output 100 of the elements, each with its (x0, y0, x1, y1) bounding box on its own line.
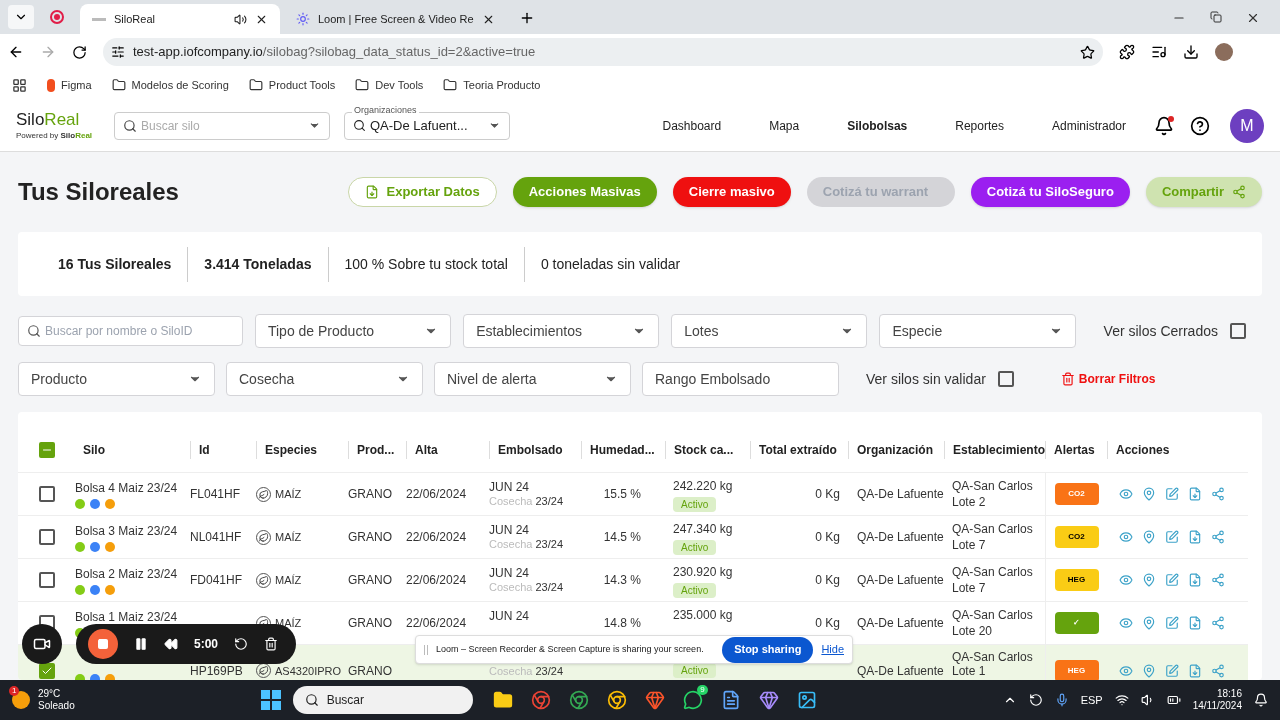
select-all-checkbox[interactable] (38, 442, 55, 458)
battery-icon[interactable] (1166, 693, 1181, 707)
row-checkbox[interactable] (38, 529, 55, 545)
user-avatar[interactable]: M (1230, 108, 1264, 143)
bookmark-item[interactable]: Figma (47, 76, 92, 94)
edit-icon[interactable] (1165, 530, 1179, 544)
view-icon[interactable] (1119, 616, 1133, 630)
column-header[interactable]: Establecimiento (944, 441, 1045, 459)
view-icon[interactable] (1119, 663, 1133, 678)
view-icon[interactable] (1119, 530, 1133, 544)
apps-icon[interactable] (12, 77, 27, 93)
clear-filters-button[interactable]: Borrar Filtros (1040, 370, 1176, 388)
shield-browser-icon[interactable] (644, 690, 665, 710)
view-icon[interactable] (1119, 573, 1133, 587)
input-field[interactable]: Rango Embolsado (642, 362, 839, 396)
column-header[interactable]: Humedad... (581, 441, 665, 459)
extensions-icon[interactable] (1119, 44, 1135, 60)
share-icon[interactable] (1211, 487, 1225, 501)
nav-link[interactable]: Mapa (769, 116, 800, 135)
edit-icon[interactable] (1165, 573, 1179, 587)
chat-app-icon[interactable] (682, 690, 703, 710)
bookmark-star-icon[interactable] (1080, 44, 1095, 60)
checkbox[interactable] (1230, 323, 1246, 339)
browser-tab[interactable]: Loom | Free Screen & Video Re (284, 4, 507, 34)
column-header[interactable]: Alta (406, 441, 489, 459)
pause-icon[interactable] (134, 637, 148, 651)
bookmark-item[interactable]: Teoria Producto (443, 76, 541, 94)
browser-icon[interactable] (606, 690, 627, 710)
file-download-icon[interactable] (1188, 530, 1202, 544)
share-icon[interactable] (1211, 530, 1225, 544)
map-pin-icon[interactable] (1142, 663, 1156, 678)
notification-bell-icon[interactable] (1154, 115, 1174, 136)
column-header[interactable]: Silo (75, 441, 190, 459)
wifi-icon[interactable] (1114, 693, 1129, 707)
reload-icon[interactable] (72, 44, 87, 60)
app-logo[interactable]: SiloReal (16, 109, 112, 130)
select-field[interactable]: Especie (879, 314, 1076, 348)
file-download-icon[interactable] (1188, 487, 1202, 501)
select-field[interactable]: Lotes (671, 314, 868, 348)
select-field[interactable]: Tipo de Producto (254, 314, 452, 348)
silo-name[interactable]: Bolsa 1 Maiz 23/24 (75, 608, 190, 626)
site-settings-icon[interactable] (111, 45, 125, 59)
back-icon[interactable] (8, 44, 24, 60)
stop-sharing-button[interactable]: Stop sharing (722, 636, 814, 663)
column-header[interactable]: Embolsado (489, 441, 581, 459)
map-pin-icon[interactable] (1142, 530, 1156, 544)
column-header[interactable]: Especies (256, 441, 348, 459)
browser-icon[interactable] (530, 690, 551, 710)
share-icon[interactable] (1211, 573, 1225, 587)
column-header[interactable]: Alertas (1045, 441, 1107, 459)
select-field[interactable]: Nivel de alerta (434, 362, 631, 396)
map-pin-icon[interactable] (1142, 487, 1156, 501)
bookmark-item[interactable]: Product Tools (248, 76, 336, 94)
start-icon[interactable] (260, 690, 281, 710)
select-field[interactable]: Establecimientos (463, 314, 660, 348)
download-icon[interactable] (1183, 44, 1199, 60)
nav-link[interactable]: Administrador (1051, 116, 1126, 135)
row-checkbox[interactable] (38, 486, 55, 502)
edit-icon[interactable] (1165, 616, 1179, 630)
browser-tab[interactable]: SiloReal (80, 4, 280, 34)
column-header[interactable]: Organización (848, 441, 944, 459)
select-field[interactable]: Cosecha (226, 362, 423, 396)
silo-name[interactable]: Bolsa 3 Maiz 23/24 (75, 522, 190, 540)
microphone-icon[interactable] (1054, 693, 1069, 707)
map-pin-icon[interactable] (1142, 573, 1156, 587)
column-header[interactable]: Prod... (348, 441, 406, 459)
action-button[interactable]: Cotizá tu SiloSeguro (970, 177, 1130, 207)
clock-date[interactable]: 14/11/2024 (1192, 700, 1242, 712)
notifications-icon[interactable] (1254, 693, 1268, 707)
bookmark-item[interactable]: Dev Tools (355, 76, 424, 94)
column-header[interactable]: Stock ca... (665, 441, 750, 459)
crystal-app-icon[interactable] (758, 690, 779, 710)
select-field[interactable]: Producto (18, 362, 215, 396)
silo-name[interactable]: Bolsa 4 Maiz 23/24 (75, 479, 190, 497)
restart-icon[interactable] (234, 637, 249, 651)
tab-menu-button[interactable] (8, 5, 34, 29)
file-download-icon[interactable] (1188, 663, 1202, 678)
record-icon[interactable] (50, 10, 64, 24)
share-icon[interactable] (1211, 663, 1225, 678)
file-download-icon[interactable] (1188, 616, 1202, 630)
sync-icon[interactable] (1028, 693, 1043, 707)
profile-avatar-icon[interactable] (1215, 43, 1233, 61)
file-explorer-icon[interactable] (492, 690, 513, 710)
close-window-icon[interactable] (1246, 11, 1260, 25)
weather-icon[interactable] (12, 691, 30, 709)
bookmark-item[interactable]: Modelos de Scoring (111, 76, 229, 94)
edit-icon[interactable] (1165, 487, 1179, 501)
help-icon[interactable] (1190, 115, 1210, 136)
checkbox[interactable] (997, 371, 1014, 387)
taskbar-search-field[interactable]: Buscar (292, 686, 473, 714)
address-bar[interactable]: test-app.iofcompany.io/silobag?silobag_data_status_id=2&active=true (103, 38, 1103, 66)
photos-icon[interactable] (796, 690, 817, 710)
clock-time[interactable]: 18:16 (1216, 688, 1242, 700)
view-icon[interactable] (1119, 487, 1133, 501)
share-icon[interactable] (1211, 616, 1225, 630)
stop-recording-button[interactable] (88, 629, 118, 659)
nav-link[interactable]: Reportes (955, 116, 1004, 135)
nav-link[interactable]: Dashboard (662, 116, 722, 135)
column-header[interactable]: Id (190, 441, 256, 459)
rewind-icon[interactable] (164, 637, 178, 651)
